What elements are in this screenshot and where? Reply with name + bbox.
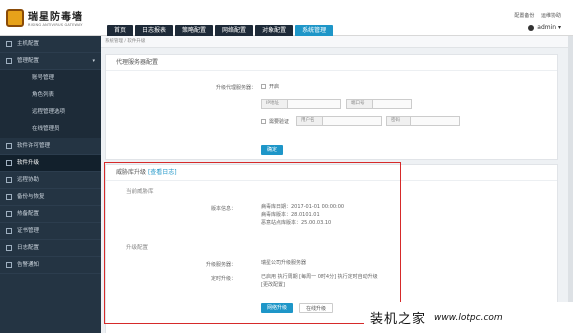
upgrade-config-section: 升级配置 (126, 245, 149, 251)
sidebar-item[interactable]: 热备配置 (0, 206, 101, 223)
proxy-panel-title: 代理服务器配置 (106, 55, 557, 71)
view-log-link[interactable]: [查看日志] (148, 169, 177, 176)
menu-icon (6, 143, 12, 149)
upgrade-panel-title: 威胁库升级 [查看日志] (106, 165, 557, 181)
scrollbar[interactable] (568, 36, 573, 333)
sidebar-item[interactable]: 软件升级 (0, 155, 101, 172)
server-label: 升级服务器： (205, 262, 236, 268)
change-config-link[interactable]: [更改配置] (261, 282, 285, 289)
breadcrumb: 系统管理 / 软件升级 (101, 36, 573, 48)
watermark-text: 装机之家 (370, 312, 427, 327)
chevron-down-icon: ▾ (92, 57, 95, 64)
main-nav: 首页 日志报表 策略配置 网络配置 对象配置 系统管理 (107, 25, 335, 36)
version-info-label: 版本信息： (210, 206, 236, 212)
menu-icon (6, 194, 12, 200)
top-links: 配置备份 运维协助 (509, 12, 561, 19)
sidebar-item-label: 软件升级 (17, 159, 40, 166)
sidebar-item-label: 账号管理 (32, 75, 55, 81)
sidebar-item-label: 备份与恢复 (17, 193, 45, 200)
username-label: 用户名 (296, 116, 322, 126)
port-input[interactable] (372, 99, 412, 109)
menu-icon (6, 177, 12, 183)
menu-icon (6, 41, 12, 47)
password-label: 密码 (386, 116, 410, 126)
nav-tab[interactable]: 网络配置 (215, 25, 254, 36)
user-menu[interactable]: admin ▾ (528, 24, 561, 31)
sidebar-item[interactable]: 主机配置 (0, 36, 101, 53)
sidebar-item-label: 管理配置 (17, 57, 40, 64)
proxy-enable-label: 升级代理服务器： (215, 85, 256, 91)
sidebar-subitem[interactable]: 在线管理员 (0, 121, 101, 138)
schedule-value: 已启用 执行周期 [每周一 0时4分] 执行定时自动升级 (261, 274, 378, 280)
brand-title: 瑞星防毒墙 (28, 12, 83, 23)
sidebar-item-label: 证书管理 (17, 227, 40, 234)
menu-icon (6, 58, 12, 64)
sidebar-item[interactable]: 日志配置 (0, 240, 101, 257)
sidebar-item-label: 热备配置 (17, 210, 40, 217)
sidebar-item[interactable]: 证书管理 (0, 223, 101, 240)
menu-icon (6, 245, 12, 251)
nav-tab[interactable]: 对象配置 (255, 25, 294, 36)
password-input[interactable] (410, 116, 460, 126)
sidebar-item[interactable]: 远程协助 (0, 172, 101, 189)
sidebar-subitem[interactable]: 账号管理 (0, 70, 101, 87)
shield-logo-icon (6, 8, 24, 27)
nav-tab[interactable]: 策略配置 (175, 25, 214, 36)
sidebar-subitem[interactable]: 角色列表 (0, 87, 101, 104)
proxy-enable-checkbox[interactable] (261, 84, 266, 89)
sidebar-item[interactable]: 软件许可管理 (0, 138, 101, 155)
sidebar-item-label: 在线管理员 (32, 126, 60, 132)
nav-tab[interactable]: 系统管理 (295, 25, 334, 36)
online-upgrade-button[interactable]: 在线升级 (299, 303, 334, 313)
brand-logo: 瑞星防毒墙 RISING ANTIVIRUS GATEWAY (6, 8, 83, 27)
remote-assist-link[interactable]: 运维协助 (541, 13, 561, 19)
port-label: 端口号 (346, 99, 372, 109)
upgrade-title: 威胁库升级 (116, 169, 147, 176)
main-content: 系统管理 / 软件升级 代理服务器配置 升级代理服务器： 开启 IP地址 端口号… (101, 36, 573, 333)
network-upgrade-button[interactable]: 网络升级 (261, 303, 294, 313)
server-value: 瑞星公司升级服务器 (261, 260, 307, 266)
menu-icon (6, 160, 12, 166)
sidebar-item-label: 告警通知 (17, 261, 40, 268)
sidebar-item-label: 角色列表 (32, 92, 55, 98)
malicious-site-db-version: 恶意站点库版本：25.00.03.10 (261, 220, 332, 226)
proxy-enable-text: 开启 (269, 84, 280, 90)
sidebar-item-label: 远程协助 (17, 176, 40, 183)
sidebar-item-label: 主机配置 (17, 40, 40, 47)
sidebar-item-label: 软件许可管理 (17, 142, 51, 149)
sidebar-subitem[interactable]: 远程管理选项 (0, 104, 101, 121)
auth-checkbox[interactable] (261, 119, 266, 124)
brand-subtitle: RISING ANTIVIRUS GATEWAY (28, 23, 83, 27)
sidebar-item[interactable]: 管理配置 ▾ (0, 53, 101, 70)
ip-label: IP地址 (261, 99, 287, 109)
proxy-config-panel: 代理服务器配置 升级代理服务器： 开启 IP地址 端口号 需要验证 用户名 密码… (105, 54, 558, 160)
nav-tab[interactable]: 首页 (107, 25, 134, 36)
watermark: 装机之家 www.lotpc.com (364, 302, 573, 333)
ip-input[interactable] (287, 99, 341, 109)
sidebar-item-label: 日志配置 (17, 244, 40, 251)
menu-icon (6, 228, 12, 234)
user-name: admin ▾ (537, 24, 561, 31)
sidebar-item[interactable]: 备份与恢复 (0, 189, 101, 206)
username-input[interactable] (322, 116, 382, 126)
sidebar-item[interactable]: 告警通知 (0, 257, 101, 274)
menu-icon (6, 262, 12, 268)
top-bar: 瑞星防毒墙 RISING ANTIVIRUS GATEWAY 配置备份 运维协助… (0, 0, 573, 36)
current-db-section: 当前威胁库 (126, 189, 154, 195)
user-icon (528, 24, 535, 31)
config-backup-link[interactable]: 配置备份 (514, 13, 534, 19)
sidebar: 主机配置管理配置 ▾ 账号管理角色列表远程管理选项 在线管理员软件许可管理 软件升级远程… (0, 36, 101, 333)
nav-tab[interactable]: 日志报表 (135, 25, 174, 36)
menu-icon (6, 211, 12, 217)
auth-label: 需要验证 (269, 119, 290, 125)
confirm-button[interactable]: 确定 (261, 145, 284, 155)
schedule-label: 定时升级： (210, 276, 236, 282)
virus-db-version: 病毒库版本：28.0101.01 (261, 212, 320, 218)
watermark-url: www.lotpc.com (434, 312, 503, 323)
virus-db-date: 病毒库日期：2017-01-01 00:00:00 (261, 204, 345, 210)
sidebar-item-label: 远程管理选项 (32, 109, 66, 115)
